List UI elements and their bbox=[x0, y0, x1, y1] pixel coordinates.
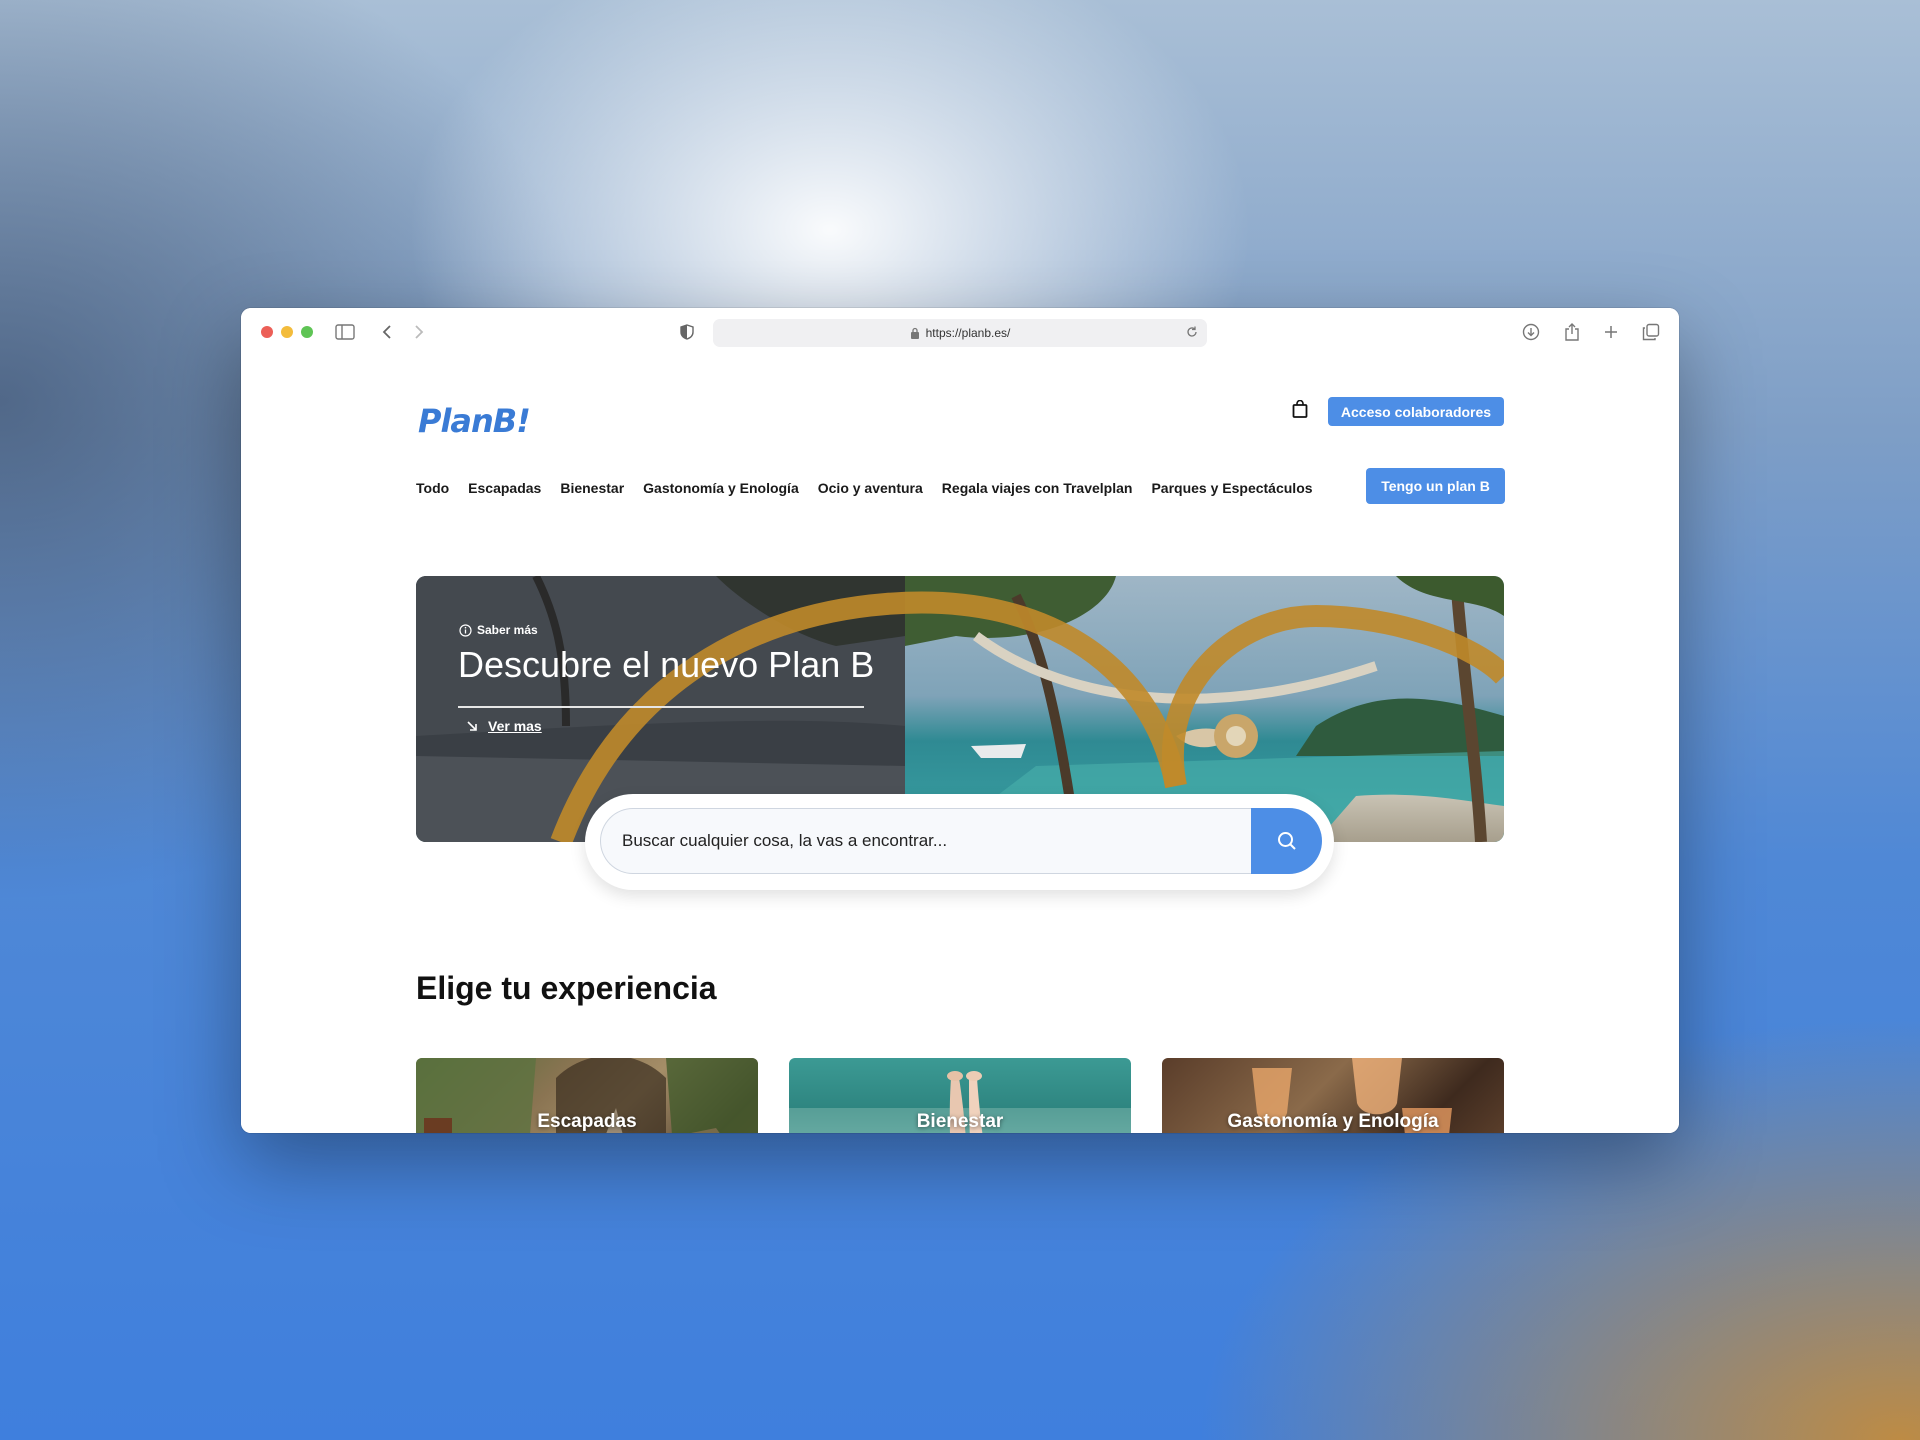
nav-item-bienestar[interactable]: Bienestar bbox=[560, 480, 624, 496]
partner-access-button[interactable]: Acceso colaboradores bbox=[1328, 397, 1504, 426]
search-icon bbox=[1277, 832, 1296, 850]
search-input[interactable]: Buscar cualquier cosa, la vas a encontra… bbox=[600, 808, 1252, 874]
card-bienestar[interactable]: Bienestar bbox=[789, 1058, 1131, 1133]
hero-divider bbox=[458, 706, 864, 708]
share-icon[interactable] bbox=[1560, 320, 1584, 344]
card-label: Bienestar bbox=[916, 1111, 1004, 1132]
section-title: Elige tu experiencia bbox=[416, 970, 717, 1006]
category-nav: Todo Escapadas Bienestar Gastonomía y En… bbox=[416, 480, 1313, 496]
minimize-window-button[interactable] bbox=[281, 326, 293, 338]
nav-item-travelplan[interactable]: Regala viajes con Travelplan bbox=[942, 480, 1133, 496]
url-text: https://planb.es/ bbox=[925, 326, 1011, 340]
close-window-button[interactable] bbox=[261, 326, 273, 338]
nav-item-parques[interactable]: Parques y Espectáculos bbox=[1151, 480, 1312, 496]
sidebar-icon[interactable] bbox=[333, 320, 357, 344]
planb-logo[interactable]: PlanB! bbox=[418, 402, 531, 440]
ver-mas-text: Ver mas bbox=[488, 718, 542, 734]
card-label: Escapadas bbox=[537, 1111, 637, 1132]
saber-mas-text: Saber más bbox=[477, 623, 538, 637]
card-label: Gastonomía y Enología bbox=[1227, 1111, 1439, 1132]
nav-item-todo[interactable]: Todo bbox=[416, 480, 449, 496]
nav-item-gastronomia[interactable]: Gastonomía y Enología bbox=[643, 480, 799, 496]
back-icon[interactable] bbox=[375, 320, 399, 344]
address-bar[interactable]: https://planb.es/ bbox=[713, 319, 1207, 347]
forward-icon[interactable] bbox=[407, 320, 431, 344]
card-gastronomia[interactable]: Gastonomía y Enología bbox=[1162, 1058, 1504, 1133]
arrow-down-right-icon bbox=[467, 721, 477, 731]
download-icon[interactable] bbox=[1519, 320, 1543, 344]
title-bar: https://planb.es/ bbox=[241, 308, 1679, 356]
search-bar: Buscar cualquier cosa, la vas a encontra… bbox=[585, 794, 1334, 890]
nav-item-ocio[interactable]: Ocio y aventura bbox=[818, 480, 923, 496]
shield-icon[interactable] bbox=[675, 320, 699, 344]
card-escapadas[interactable]: Escapadas bbox=[416, 1058, 758, 1133]
lock-icon bbox=[910, 327, 919, 339]
browser-window: https://planb.es/ PlanB! Acceso colabora… bbox=[241, 308, 1679, 1133]
search-button[interactable] bbox=[1251, 808, 1322, 874]
info-icon bbox=[459, 623, 472, 637]
hero-title: Descubre el nuevo Plan B bbox=[458, 644, 875, 685]
tab-overview-icon[interactable] bbox=[1639, 320, 1663, 344]
nav-item-escapadas[interactable]: Escapadas bbox=[468, 480, 541, 496]
maximize-window-button[interactable] bbox=[301, 326, 313, 338]
new-tab-icon[interactable] bbox=[1599, 320, 1623, 344]
page-content: PlanB! Acceso colaboradores Tengo un pla… bbox=[241, 356, 1679, 1133]
have-plan-button[interactable]: Tengo un plan B bbox=[1366, 468, 1505, 504]
shopping-bag-icon[interactable] bbox=[1292, 399, 1308, 423]
reload-icon[interactable] bbox=[1185, 325, 1199, 339]
ver-mas-link[interactable]: Ver mas bbox=[466, 718, 542, 734]
saber-mas-label[interactable]: Saber más bbox=[459, 623, 538, 637]
